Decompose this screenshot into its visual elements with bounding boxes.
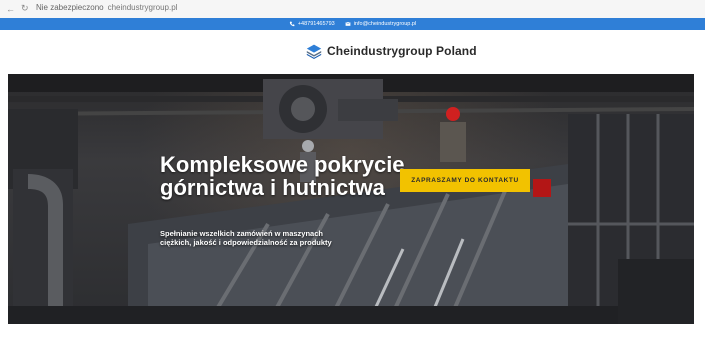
phone-contact[interactable]: +48791465793 (289, 21, 335, 27)
page-section-below (0, 324, 705, 343)
browser-toolbar: ← ↻ Nie zabezpieczono cheindustrygroup.p… (0, 0, 705, 19)
site-header: Cheindustrygroup Poland (0, 30, 705, 74)
arrow-left-icon[interactable]: ← (6, 4, 15, 14)
logo-text: Cheindustrygroup Poland (327, 44, 477, 58)
email-address[interactable]: info@cheindustrygroup.pl (354, 21, 416, 27)
contact-topbar: +48791465793 info@cheindustrygroup.pl (0, 18, 705, 30)
hero-banner: Kompleksowe pokrycie górnictwa i hutnict… (8, 74, 694, 324)
hero-title: Kompleksowe pokrycie górnictwa i hutnict… (160, 152, 405, 200)
email-contact[interactable]: info@cheindustrygroup.pl (345, 21, 416, 27)
browser-nav: ← ↻ (6, 3, 29, 14)
address-bar[interactable]: Nie zabezpieczono cheindustrygroup.pl (36, 3, 177, 12)
hero-subtitle: Spełnianie wszelkich zamówień w maszynac… (160, 229, 332, 247)
site-info-label[interactable]: Nie zabezpieczono (36, 3, 104, 12)
phone-icon (289, 21, 295, 27)
site-logo[interactable]: Cheindustrygroup Poland (306, 43, 477, 59)
contact-cta-button[interactable]: ZAPRASZAMY DO KONTAKTU (400, 169, 530, 192)
url-text[interactable]: cheindustrygroup.pl (108, 3, 178, 12)
phone-number[interactable]: +48791465793 (298, 21, 335, 27)
stacked-layers-logo-icon (306, 44, 322, 59)
reload-icon[interactable]: ↻ (21, 3, 29, 14)
mail-icon (345, 22, 351, 26)
